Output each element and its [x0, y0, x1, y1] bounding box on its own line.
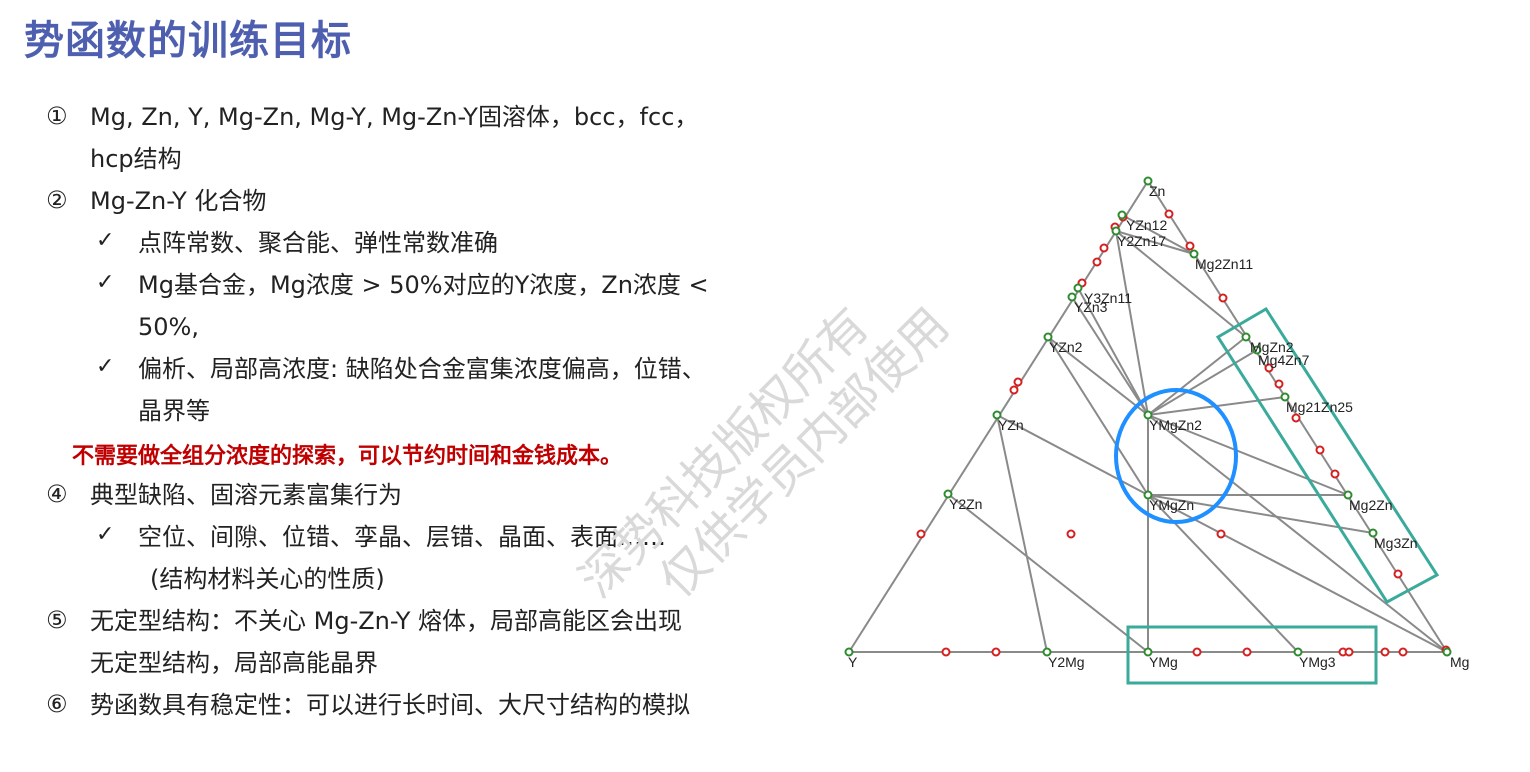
phase-label: YZn12 — [1126, 217, 1167, 233]
phase-label: YMgZn — [1149, 497, 1194, 513]
tie-line — [1147, 414, 1448, 653]
unstable-point — [1330, 469, 1340, 479]
tie-line — [1147, 349, 1258, 416]
ternary-phase-diagram: 深势科技版权所有 仅供学员内部使用 ZnYZn12Y2Zn17Mg2Zn11Y3… — [569, 176, 1469, 685]
unstable-point — [1380, 647, 1390, 657]
unstable-point — [1013, 377, 1023, 387]
phase-label: Y2Zn17 — [1117, 233, 1166, 249]
unstable-point — [941, 647, 951, 657]
unstable-point — [991, 647, 1001, 657]
phase-label: Y2Zn — [949, 496, 982, 512]
unstable-point — [1398, 647, 1408, 657]
phase-label: YZn3 — [1074, 299, 1108, 315]
unstable-point — [916, 529, 926, 539]
unstable-point — [1099, 243, 1109, 253]
phase-label: YMg3 — [1299, 654, 1336, 670]
unstable-point — [1315, 445, 1325, 455]
unstable-point — [1192, 647, 1202, 657]
unstable-point — [1218, 293, 1228, 303]
unstable-point — [1092, 257, 1102, 267]
unstable-point — [1066, 529, 1076, 539]
stable-point — [1117, 210, 1127, 220]
phase-label: YZn2 — [1049, 339, 1083, 355]
phase-label: Mg — [1450, 654, 1469, 670]
unstable-point — [1344, 647, 1354, 657]
unstable-point — [1393, 569, 1403, 579]
phase-label: Mg21Zn25 — [1286, 399, 1353, 415]
tie-line — [1047, 336, 1149, 496]
unstable-point — [1242, 647, 1252, 657]
tie-line — [996, 414, 1048, 653]
phase-label: YMgZn2 — [1149, 417, 1202, 433]
phase-label: Mg3Zn — [1374, 535, 1418, 551]
unstable-point — [1274, 379, 1284, 389]
phase-label: Mg2Zn — [1349, 497, 1393, 513]
phase-label: Y2Mg — [1048, 654, 1085, 670]
unstable-point — [1009, 385, 1019, 395]
stable-point — [1241, 332, 1251, 342]
tie-line — [947, 493, 1149, 653]
stable-point — [1073, 283, 1083, 293]
unstable-point — [1291, 413, 1301, 423]
watermark: 深势科技版权所有 仅供学员内部使用 — [569, 297, 960, 608]
phase-label: YZn — [998, 417, 1024, 433]
phase-label: Y — [848, 654, 858, 670]
unstable-point — [1216, 529, 1226, 539]
phase-label: Zn — [1149, 183, 1165, 199]
unstable-point — [1185, 241, 1195, 251]
phase-label: Mg2Zn11 — [1195, 256, 1253, 272]
phase-label: YMg — [1149, 654, 1178, 670]
phase-label: Mg4Zn7 — [1258, 352, 1310, 368]
